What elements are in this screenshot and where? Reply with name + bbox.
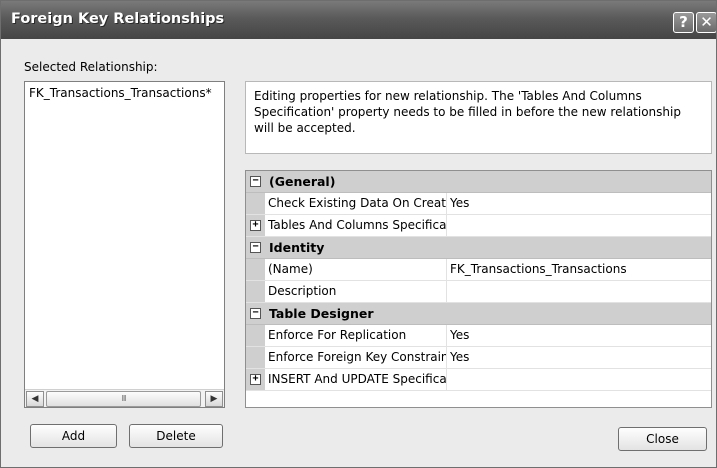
property-row[interactable]: + Tables And Columns Specification (246, 215, 711, 237)
property-row[interactable]: Enforce Foreign Key Constraint Yes (246, 347, 711, 369)
property-row[interactable]: Enforce For Replication Yes (246, 325, 711, 347)
relationship-list-item[interactable]: FK_Transactions_Transactions* (29, 86, 223, 100)
scrollbar-thumb[interactable]: III (46, 391, 201, 407)
close-window-button[interactable]: ✕ (696, 12, 716, 33)
property-value[interactable]: FK_Transactions_Transactions (448, 259, 711, 280)
add-button[interactable]: Add (30, 424, 117, 448)
property-name: Enforce Foreign Key Constraint (266, 347, 447, 368)
property-name: (Name) (266, 259, 447, 280)
property-value[interactable] (448, 215, 711, 236)
property-value[interactable]: Yes (448, 347, 711, 368)
property-name: Description (266, 281, 447, 302)
row-gutter (246, 259, 265, 280)
row-gutter (246, 281, 265, 302)
collapse-icon[interactable]: − (250, 308, 261, 319)
category-row-general[interactable]: − (General) (246, 171, 711, 193)
relationship-list[interactable]: FK_Transactions_Transactions* ◀ III ▶ (24, 81, 225, 408)
property-name: Tables And Columns Specification (266, 215, 447, 236)
category-label: Identity (269, 240, 325, 255)
expand-icon[interactable]: + (250, 374, 261, 385)
collapse-icon[interactable]: − (250, 176, 261, 187)
expand-icon[interactable]: + (250, 220, 261, 231)
row-gutter: + (246, 369, 265, 390)
category-row-identity[interactable]: − Identity (246, 237, 711, 259)
horizontal-scrollbar[interactable]: ◀ III ▶ (25, 389, 224, 407)
property-value[interactable] (448, 281, 711, 302)
info-message: Editing properties for new relationship.… (245, 81, 712, 154)
property-row[interactable]: Check Existing Data On Creation Or Re-En… (246, 193, 711, 215)
foreign-key-relationships-dialog: Foreign Key Relationships ? ✕ Selected R… (0, 0, 717, 468)
property-row[interactable]: + INSERT And UPDATE Specification (246, 369, 711, 391)
close-button[interactable]: Close (618, 427, 707, 451)
category-row-table-designer[interactable]: − Table Designer (246, 303, 711, 325)
help-button[interactable]: ? (673, 12, 694, 33)
property-name: Enforce For Replication (266, 325, 447, 346)
delete-button[interactable]: Delete (129, 424, 223, 448)
scroll-right-icon[interactable]: ▶ (205, 391, 223, 407)
row-gutter (246, 193, 265, 214)
property-name: Check Existing Data On Creation Or Re-En… (266, 193, 447, 214)
dialog-title: Foreign Key Relationships (11, 11, 225, 27)
property-row[interactable]: Description (246, 281, 711, 303)
collapse-icon[interactable]: − (250, 242, 261, 253)
title-bar[interactable]: Foreign Key Relationships ? ✕ (1, 1, 716, 39)
row-gutter (246, 325, 265, 346)
category-label: Table Designer (269, 306, 374, 321)
property-row[interactable]: (Name) FK_Transactions_Transactions (246, 259, 711, 281)
row-gutter: + (246, 215, 265, 236)
category-label: (General) (269, 174, 336, 189)
property-value[interactable]: Yes (448, 193, 711, 214)
selected-relationship-label: Selected Relationship: (24, 60, 158, 74)
row-gutter (246, 347, 265, 368)
property-name: INSERT And UPDATE Specification (266, 369, 447, 390)
property-value[interactable]: Yes (448, 325, 711, 346)
property-value[interactable] (448, 369, 711, 390)
property-grid[interactable]: − (General) Check Existing Data On Creat… (245, 170, 712, 408)
scroll-left-icon[interactable]: ◀ (26, 391, 44, 407)
